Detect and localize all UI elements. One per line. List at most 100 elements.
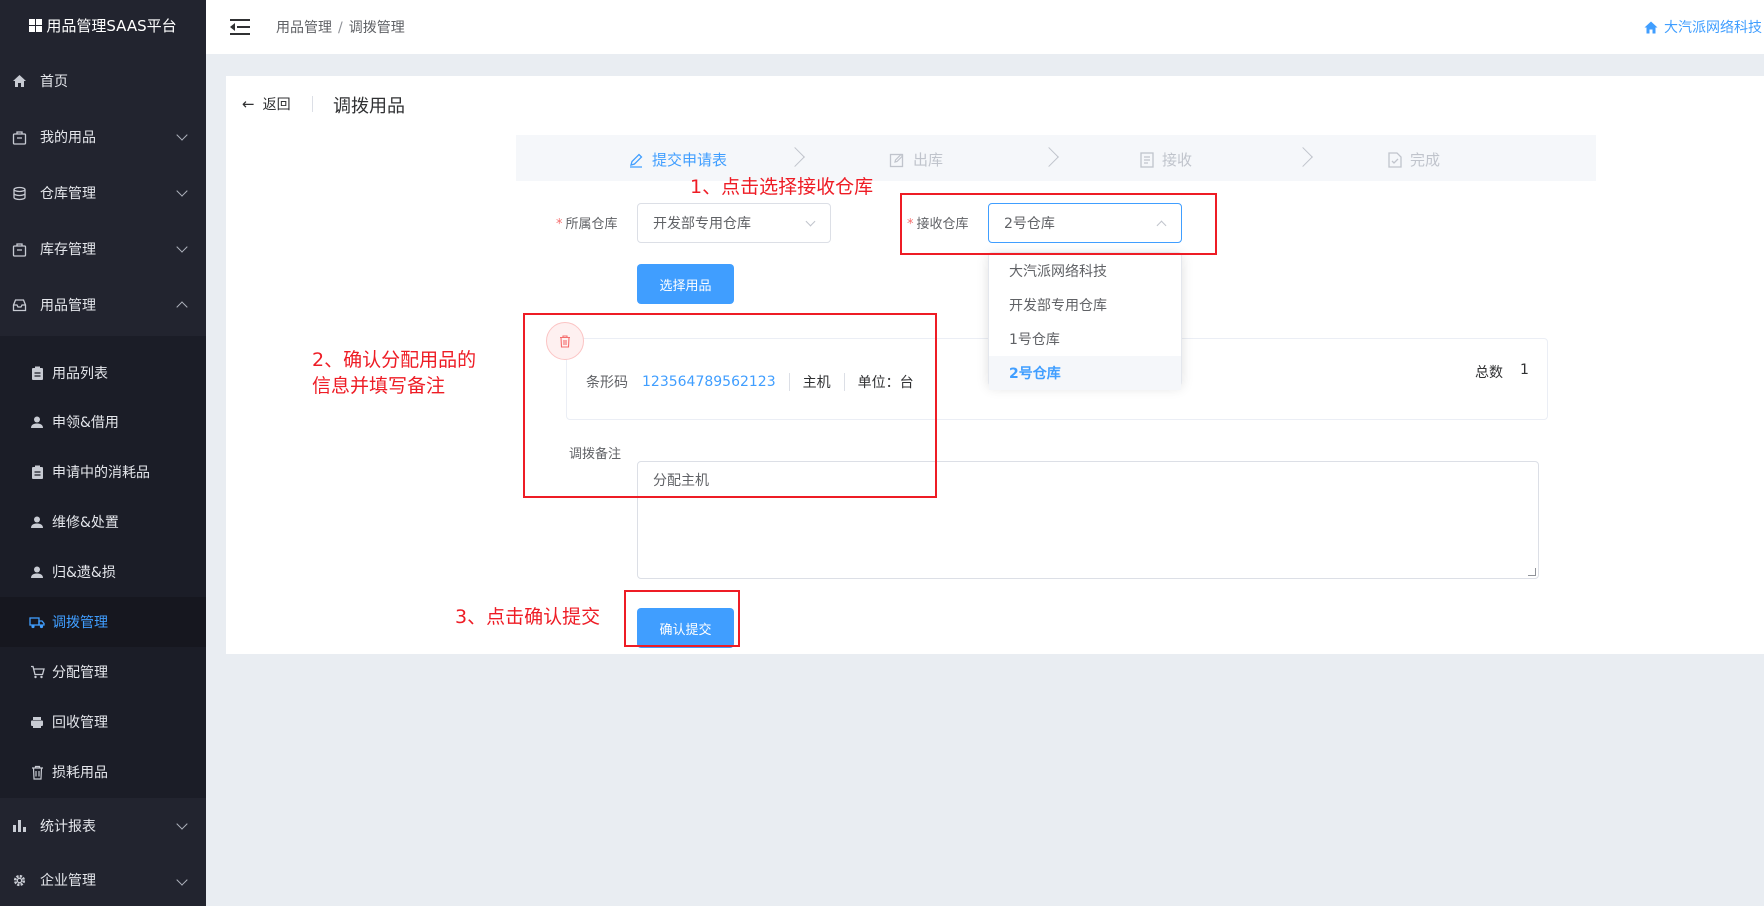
breadcrumb-item[interactable]: 用品管理 bbox=[276, 20, 332, 36]
sidebar-item-label: 企业管理 bbox=[40, 873, 96, 889]
sidebar-item-inventory[interactable]: 库存管理 bbox=[0, 221, 206, 277]
edit-box-icon bbox=[889, 153, 904, 167]
source-warehouse-select[interactable]: 开发部专用仓库 bbox=[637, 203, 831, 243]
steps-bar: 提交申请表 出库 接收 完成 bbox=[516, 135, 1596, 181]
trash-icon bbox=[28, 763, 46, 781]
clipboard-icon bbox=[28, 463, 46, 481]
user-icon bbox=[28, 513, 46, 531]
sidebar-item-label: 分配管理 bbox=[52, 665, 108, 681]
annotation-step2-line2: 信息并填写备注 bbox=[312, 375, 446, 397]
sidebar-item-label: 库存管理 bbox=[40, 242, 96, 258]
bag-icon bbox=[10, 240, 28, 258]
sidebar-sub-item-loss[interactable]: 损耗用品 bbox=[0, 747, 206, 797]
resize-handle-icon[interactable] bbox=[1528, 568, 1536, 576]
database-icon bbox=[10, 184, 28, 202]
bar-chart-icon bbox=[10, 817, 28, 835]
sidebar: 用品管理SAAS平台 首页 我的用品 仓库管理 库存管理 用品管理 用品列表 申… bbox=[0, 0, 206, 906]
warehouse-dropdown: 大汽派网络科技 开发部专用仓库 1号仓库 2号仓库 bbox=[988, 252, 1182, 390]
page-title: 调拨用品 bbox=[333, 96, 405, 117]
sidebar-item-warehouse[interactable]: 仓库管理 bbox=[0, 165, 206, 221]
breadcrumb-item-current: 调拨管理 bbox=[348, 20, 405, 36]
bag-icon bbox=[10, 128, 28, 146]
inbox-icon bbox=[10, 296, 28, 314]
sidebar-item-enterprise[interactable]: 企业管理 bbox=[0, 854, 206, 906]
annotation-box-step3 bbox=[624, 590, 740, 647]
sidebar-sub-item-repair[interactable]: 维修&处置 bbox=[0, 497, 206, 547]
edit-icon bbox=[630, 153, 643, 168]
sidebar-item-label: 用品管理 bbox=[40, 298, 96, 314]
choose-supplies-button[interactable]: 选择用品 bbox=[637, 264, 734, 304]
dropdown-option[interactable]: 开发部专用仓库 bbox=[989, 288, 1181, 322]
sidebar-item-home[interactable]: 首页 bbox=[0, 53, 206, 109]
sidebar-sub-item-list[interactable]: 用品列表 bbox=[0, 348, 206, 398]
breadcrumb: 用品管理 / 调拨管理 bbox=[276, 20, 405, 36]
source-warehouse-label: * 所属仓库 bbox=[556, 217, 618, 232]
step-complete: 完成 bbox=[1388, 149, 1440, 170]
company-name: 大汽派网络科技 bbox=[1664, 20, 1762, 36]
back-label: 返回 bbox=[262, 97, 291, 113]
chevron-down-icon bbox=[176, 874, 188, 886]
sidebar-item-label: 我的用品 bbox=[40, 130, 96, 146]
annotation-step1: 1、点击选择接收仓库 bbox=[690, 176, 874, 198]
step-receive: 接收 bbox=[1140, 149, 1192, 170]
annotation-step3: 3、点击确认提交 bbox=[455, 606, 601, 628]
company-link[interactable]: 大汽派网络科技 bbox=[1644, 17, 1762, 37]
brand[interactable]: 用品管理SAAS平台 bbox=[0, 0, 206, 50]
cart-icon bbox=[28, 663, 46, 681]
divider bbox=[312, 96, 313, 112]
sidebar-sub-item-pending-consumables[interactable]: 申请中的消耗品 bbox=[0, 447, 206, 497]
chevron-down-icon bbox=[805, 216, 816, 227]
printer-icon bbox=[28, 713, 46, 731]
user-icon bbox=[28, 563, 46, 581]
user-icon bbox=[28, 413, 46, 431]
step-outbound: 出库 bbox=[889, 149, 943, 170]
truck-icon bbox=[28, 613, 46, 631]
sidebar-item-label: 归&遗&损 bbox=[52, 565, 116, 581]
sidebar-item-supply-management[interactable]: 用品管理 bbox=[0, 277, 206, 333]
home-icon bbox=[10, 72, 28, 90]
step-submit: 提交申请表 bbox=[628, 149, 727, 170]
sidebar-item-label: 回收管理 bbox=[52, 715, 108, 731]
top-header: 用品管理 / 调拨管理 大汽派网络科技 bbox=[206, 0, 1764, 54]
step-separator-icon bbox=[1293, 147, 1313, 167]
sidebar-sub-item-recycle[interactable]: 回收管理 bbox=[0, 697, 206, 747]
step-separator-icon bbox=[1039, 147, 1059, 167]
chevron-down-icon bbox=[176, 185, 188, 197]
sidebar-item-label: 首页 bbox=[40, 74, 68, 90]
annotation-box-step1 bbox=[900, 193, 1217, 255]
chevron-up-icon bbox=[176, 301, 188, 313]
sidebar-item-label: 损耗用品 bbox=[52, 765, 108, 781]
dropdown-option[interactable]: 1号仓库 bbox=[989, 322, 1181, 356]
sidebar-item-label: 申领&借用 bbox=[52, 415, 119, 431]
annotation-box-step2 bbox=[523, 313, 937, 498]
dropdown-option-selected[interactable]: 2号仓库 bbox=[989, 356, 1181, 390]
sidebar-item-label: 申请中的消耗品 bbox=[52, 465, 150, 481]
chevron-down-icon bbox=[176, 241, 188, 253]
gear-icon bbox=[10, 871, 28, 889]
home-icon bbox=[1644, 21, 1658, 33]
sidebar-sub-item-transfer[interactable]: 调拨管理 bbox=[0, 597, 206, 647]
menu-toggle-icon[interactable] bbox=[230, 19, 250, 35]
sidebar-sub-item-return-lost[interactable]: 归&遗&损 bbox=[0, 547, 206, 597]
total-value: 1 bbox=[1520, 362, 1529, 378]
grid-logo-icon bbox=[29, 18, 44, 33]
sidebar-item-label: 调拨管理 bbox=[52, 615, 108, 631]
chevron-down-icon bbox=[176, 129, 188, 141]
brand-title: 用品管理SAAS平台 bbox=[46, 16, 177, 35]
sidebar-sub-item-allocation[interactable]: 分配管理 bbox=[0, 647, 206, 697]
chevron-down-icon bbox=[176, 818, 188, 830]
sidebar-item-label: 用品列表 bbox=[52, 366, 108, 382]
sidebar-item-label: 统计报表 bbox=[40, 819, 96, 835]
sidebar-item-reports[interactable]: 统计报表 bbox=[0, 798, 206, 854]
step-separator-icon bbox=[785, 147, 805, 167]
back-button[interactable]: ← 返回 bbox=[242, 94, 291, 114]
sidebar-sub-item-apply-borrow[interactable]: 申领&借用 bbox=[0, 397, 206, 447]
total-label: 总数 bbox=[1475, 365, 1503, 381]
annotation-step2-line1: 2、确认分配用品的 bbox=[312, 349, 477, 371]
document-icon bbox=[1140, 151, 1154, 168]
sidebar-item-my-supplies[interactable]: 我的用品 bbox=[0, 109, 206, 165]
dropdown-option[interactable]: 大汽派网络科技 bbox=[989, 254, 1181, 288]
clipboard-icon bbox=[28, 364, 46, 382]
sidebar-item-label: 维修&处置 bbox=[52, 515, 119, 531]
sidebar-item-label: 仓库管理 bbox=[40, 186, 96, 202]
